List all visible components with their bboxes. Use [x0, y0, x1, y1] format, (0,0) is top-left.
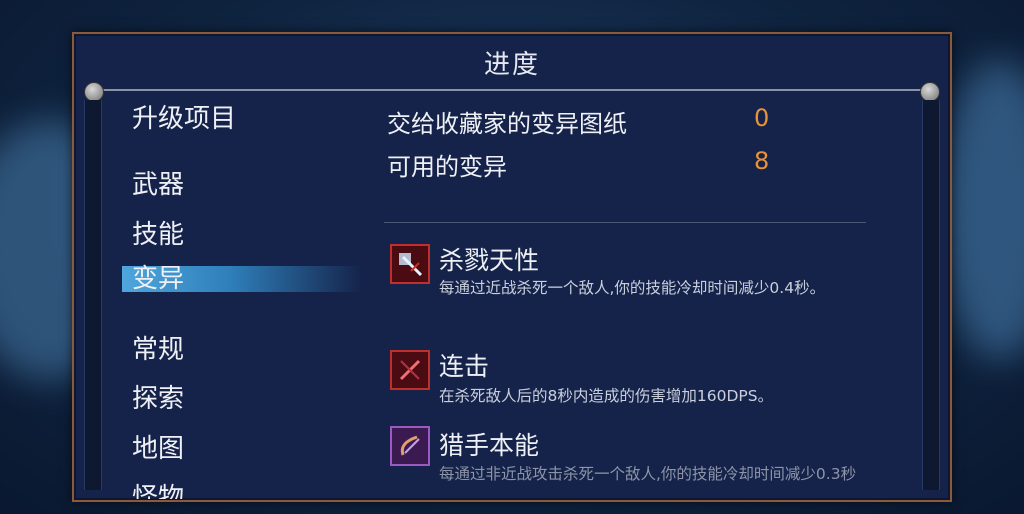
left-knob: [84, 82, 104, 102]
red-combo-icon[interactable]: [390, 350, 430, 390]
purple-bow-icon[interactable]: [390, 426, 430, 466]
nav-item-skills[interactable]: 技能: [132, 214, 184, 251]
nav-item-mutations[interactable]: 变异: [122, 266, 362, 292]
title-divider: [94, 89, 930, 91]
mutation-description: 每通过近战杀死一个敌人,你的技能冷却时间减少0.4秒。: [439, 279, 826, 297]
nav-item-monsters[interactable]: 怪物: [132, 477, 184, 499]
nav-item-weapons[interactable]: 武器: [132, 164, 184, 201]
right-scrollbar[interactable]: [922, 100, 940, 490]
mutation-content[interactable]: 交给收藏家的变异图纸 0 可用的变异 8 杀戮天性 每通过近战杀死一个敌人,你的…: [382, 94, 882, 499]
nav-item-upgrades[interactable]: 升级项目: [132, 98, 236, 135]
left-scroll-rail: [84, 100, 102, 490]
progress-panel: 进度 升级项目 武器 技能 变异 常规 探索 地图 怪物 交给收藏家的变异图纸 …: [72, 32, 952, 502]
red-sword-slash-icon[interactable]: [390, 244, 430, 284]
mutation-name: 杀戮天性: [439, 246, 540, 275]
stat-label-available: 可用的变异: [387, 153, 507, 181]
nav-item-general[interactable]: 常规: [132, 329, 184, 366]
mutation-description: 在杀死敌人后的8秒内造成的伤害增加160DPS。: [439, 387, 774, 405]
mutation-name: 猎手本能: [439, 431, 540, 460]
nav-item-exploration[interactable]: 探索: [132, 378, 184, 415]
panel-title: 进度: [483, 50, 540, 80]
right-knob: [920, 82, 940, 102]
stat-value-blueprints: 0: [754, 104, 770, 132]
stat-label-blueprints: 交给收藏家的变异图纸: [387, 110, 627, 138]
stat-value-available: 8: [754, 147, 770, 175]
stats-divider: [384, 222, 866, 223]
mutation-name: 连击: [439, 352, 490, 381]
background-glow: [940, 60, 1024, 360]
mutation-description: 每通过非近战攻击杀死一个敌人,你的技能冷却时间减少0.3秒: [439, 465, 857, 483]
nav-item-map[interactable]: 地图: [132, 428, 184, 465]
